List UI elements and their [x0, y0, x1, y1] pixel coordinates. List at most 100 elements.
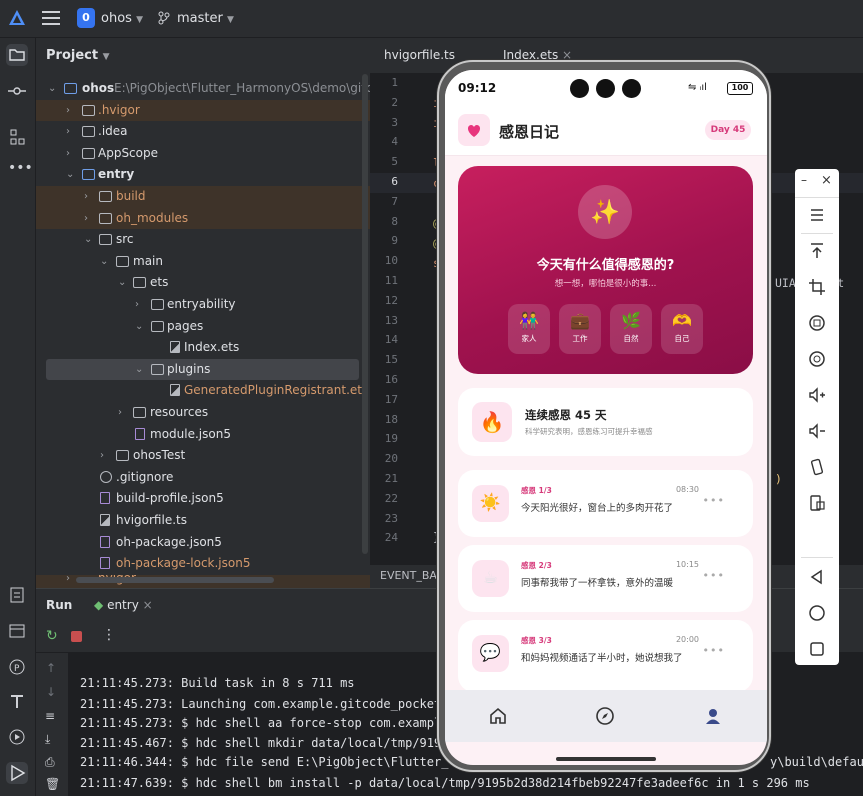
tree-label: pages — [167, 318, 204, 333]
tree-item[interactable]: › .idea — [36, 121, 370, 143]
tree-item[interactable]: › resources — [36, 402, 370, 424]
folder-icon — [116, 450, 129, 462]
branch-switcher[interactable]: master ▼ — [177, 11, 234, 26]
volume-down-icon[interactable] — [807, 421, 827, 441]
run-tab-entry[interactable]: ◆ entry × — [94, 598, 153, 612]
tree-item[interactable]: ⌄ src — [36, 229, 370, 251]
scroll-end-icon[interactable]: ⤓ — [45, 732, 50, 747]
minimize-icon[interactable]: – — [801, 173, 807, 187]
tree-label: resources — [150, 405, 209, 419]
scrollbar[interactable] — [362, 74, 368, 554]
tree-label: oh-package-lock.json5 — [116, 556, 251, 571]
stop-icon[interactable] — [71, 631, 82, 642]
tree-label: entry — [98, 167, 135, 182]
horizontal-scrollbar[interactable] — [76, 577, 274, 583]
home-button-icon[interactable] — [807, 603, 827, 623]
profiler-icon[interactable]: P — [6, 656, 28, 678]
tree-item[interactable]: › ohosTest — [36, 445, 370, 467]
tree-label: hvigorfile.ts — [116, 513, 187, 527]
tree-item[interactable]: › oh_modules — [36, 207, 370, 230]
breadcrumb[interactable]: EVENT_BAC — [380, 569, 444, 582]
main-menu-icon[interactable] — [42, 10, 60, 26]
tree-item-selected[interactable]: ⌄ plugins — [46, 358, 359, 381]
divider — [801, 557, 833, 558]
tree-label: oh-package.json5 — [116, 534, 222, 549]
category-nature-button[interactable]: 🌿 自然 — [610, 304, 652, 354]
soft-wrap-icon[interactable]: ≡ — [45, 709, 55, 723]
screenshot-icon[interactable] — [807, 493, 827, 513]
tree-label: ets — [150, 275, 169, 290]
trash-icon[interactable]: 🗑 — [45, 777, 60, 791]
tree-item-root[interactable]: ⌄ ohos E:\PigObject\Flutter_HarmonyOS\de… — [36, 78, 409, 100]
tree-item[interactable]: ⌄ ets — [36, 272, 370, 294]
volume-up-icon[interactable] — [807, 385, 827, 405]
pin-top-icon[interactable] — [807, 241, 827, 261]
rotate-left-icon[interactable] — [807, 313, 827, 333]
more-icon[interactable]: ••• — [703, 494, 725, 507]
gratitude-entry[interactable]: ☕ 感恩 2/3 10:15 同事帮我带了一杯拿铁，意外的温暖 ••• — [458, 545, 753, 612]
app-logo-icon[interactable] — [8, 9, 26, 27]
tree-item[interactable]: › build — [36, 186, 370, 208]
compass-icon[interactable] — [595, 706, 615, 726]
crop-icon[interactable] — [807, 277, 827, 297]
todo-icon[interactable] — [6, 584, 28, 606]
folder-icon — [82, 126, 95, 138]
build-icon[interactable] — [6, 690, 28, 712]
arrow-down-icon[interactable]: ↓ — [46, 685, 56, 699]
tree-item[interactable]: ⌄ entry — [36, 164, 370, 186]
services-icon[interactable] — [6, 726, 28, 748]
profile-icon[interactable] — [703, 706, 723, 726]
tab-hvigorfile[interactable]: hvigorfile.ts — [384, 48, 455, 62]
gratitude-entry[interactable]: 💬 感恩 3/3 20:00 和妈妈视频通话了半小时，她说想我了 ••• — [458, 620, 753, 692]
rerun-icon[interactable]: ↻ — [46, 628, 58, 644]
line-number: 19 — [384, 432, 398, 446]
divider — [801, 233, 833, 234]
more-icon[interactable]: ••• — [703, 569, 725, 582]
tree-item[interactable]: › entryability — [36, 294, 370, 316]
tree-item[interactable]: oh-package-lock.json5 — [36, 553, 370, 575]
commit-icon[interactable] — [6, 80, 28, 102]
gratitude-entry[interactable]: ☀️ 感恩 1/3 08:30 今天阳光很好，窗台上的多肉开花了 ••• — [458, 470, 753, 537]
print-icon[interactable]: ⎙ — [45, 755, 55, 770]
run-icon[interactable] — [6, 762, 28, 784]
home-icon[interactable] — [488, 706, 508, 726]
rotate-right-icon[interactable] — [807, 349, 827, 369]
close-icon[interactable]: × — [143, 598, 153, 612]
log-line: 21:11:46.344: $ hdc file send E:\PigObje… — [80, 755, 449, 769]
terminal-icon[interactable] — [6, 620, 28, 642]
tree-item[interactable]: › AppScope — [36, 143, 370, 165]
tree-item[interactable]: hvigorfile.ts — [36, 510, 370, 532]
folder-icon — [133, 277, 146, 289]
chevron-down-icon: ⌄ — [118, 277, 127, 289]
tree-item[interactable]: › .hvigor — [36, 99, 370, 122]
entry-time: 08:30 — [675, 485, 699, 494]
more-icon[interactable]: ••• — [703, 644, 725, 657]
more-options-icon[interactable]: ⋮ — [102, 627, 116, 643]
ignore-file-icon — [100, 470, 112, 483]
tree-item[interactable]: ⌄ main — [36, 251, 370, 273]
module-folder-icon — [82, 169, 95, 181]
tree-item[interactable]: ⌄ pages — [36, 316, 370, 338]
more-tools-icon[interactable]: ••• — [8, 160, 33, 176]
category-work-button[interactable]: 💼 工作 — [559, 304, 601, 354]
tree-item[interactable]: module.json5 — [36, 424, 370, 446]
project-badge[interactable]: 0 — [77, 8, 95, 28]
tree-item[interactable]: .gitignore — [36, 467, 370, 489]
tree-item[interactable]: GeneratedPluginRegistrant.ets — [36, 380, 370, 402]
folder-icon[interactable] — [6, 44, 28, 66]
arrow-up-icon[interactable]: ↑ — [46, 661, 56, 675]
home-indicator[interactable] — [556, 757, 656, 761]
recents-icon[interactable] — [807, 639, 827, 659]
tree-item[interactable]: Index.ets — [36, 337, 370, 359]
tree-item[interactable]: build-profile.json5 — [36, 488, 370, 510]
category-self-button[interactable]: 🫶 自己 — [661, 304, 703, 354]
structure-icon[interactable] — [6, 126, 28, 148]
close-icon[interactable]: × — [821, 173, 832, 188]
project-switcher[interactable]: ohos ▼ — [101, 11, 143, 26]
tree-item[interactable]: oh-package.json5 — [36, 532, 370, 554]
menu-icon[interactable] — [807, 205, 827, 225]
back-icon[interactable] — [807, 567, 827, 587]
project-panel-header[interactable]: Project ▼ — [46, 48, 110, 63]
category-family-button[interactable]: 👫 家人 — [508, 304, 550, 354]
shake-icon[interactable] — [807, 457, 827, 477]
